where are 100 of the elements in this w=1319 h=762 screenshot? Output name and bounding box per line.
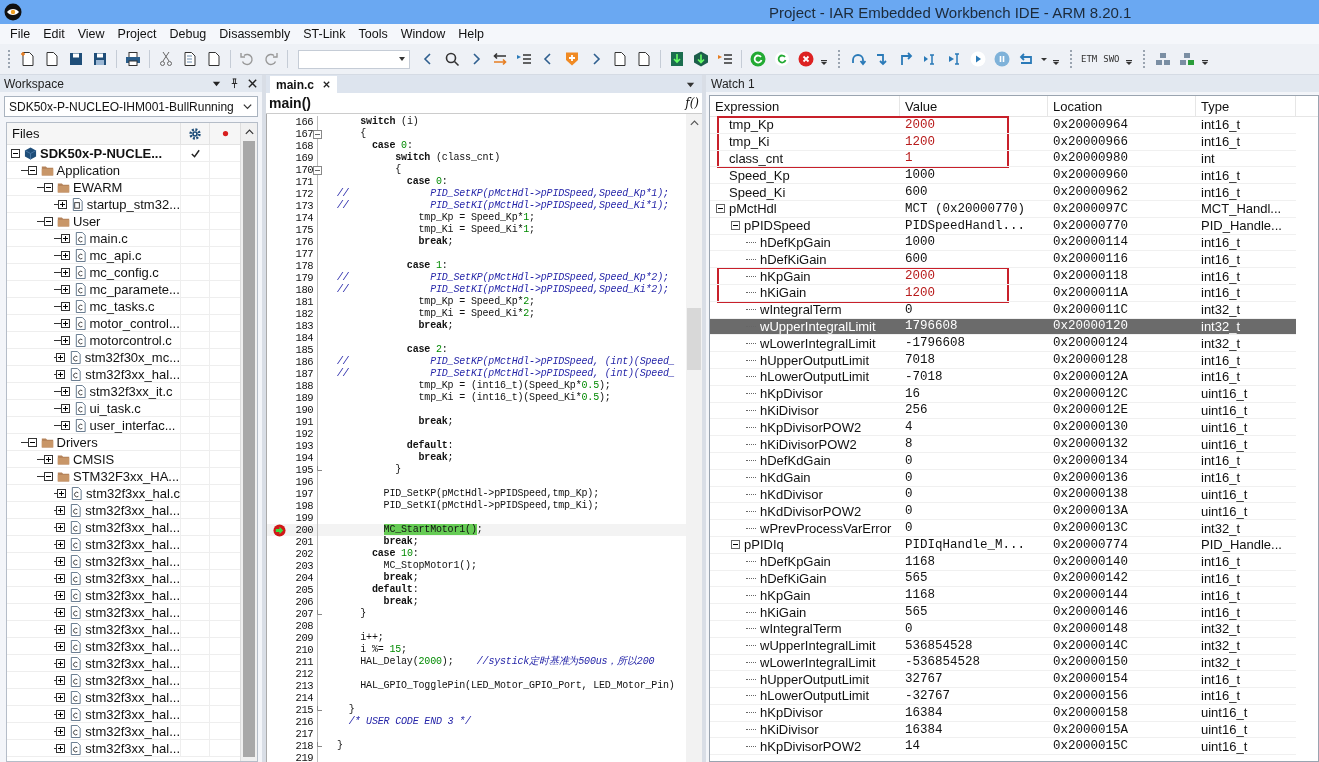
search-icon[interactable] <box>444 51 460 67</box>
expand-icon[interactable] <box>56 522 66 532</box>
tree-item[interactable]: stm32f3xx_hal... <box>85 587 180 603</box>
watch-row[interactable]: pPIDSpeed PIDSpeedHandl... 0x20000770 PID_Handle... <box>710 217 1296 235</box>
tree-item[interactable]: stm32f3xx_hal.c <box>86 485 180 501</box>
menu-item[interactable]: Edit <box>37 26 71 42</box>
step-over-icon[interactable] <box>850 51 866 67</box>
tree-item[interactable]: User <box>73 213 101 229</box>
list-icon[interactable] <box>717 51 733 67</box>
expand-icon[interactable] <box>56 624 66 634</box>
cut-icon[interactable] <box>158 51 174 67</box>
watch-row[interactable]: hKpDivisor 16384 0x20000158 uint16_t <box>710 704 1296 722</box>
expand-icon[interactable] <box>57 488 67 498</box>
watch-row[interactable]: hKpGain 1168 0x20000144 int16_t <box>710 587 1296 605</box>
watch-row[interactable]: hKpDivisor 16 0x2000012C uint16_t <box>710 385 1296 403</box>
tree-item[interactable]: stm32f3xx_hal... <box>85 689 180 705</box>
menu-item[interactable]: File <box>4 26 37 42</box>
vertical-scrollbar[interactable] <box>240 123 257 761</box>
tree-item[interactable]: EWARM <box>73 179 123 195</box>
scroll-up-icon[interactable] <box>688 118 700 128</box>
collapse-icon[interactable] <box>44 216 53 226</box>
tree-item[interactable]: mc_api.c <box>89 247 142 263</box>
watch-row[interactable]: hKiDivisor 16384 0x2000015A uint16_t <box>710 721 1296 739</box>
watch-row[interactable]: Speed_Ki 600 0x20000962 int16_t <box>710 184 1296 201</box>
tree-item[interactable]: mc_paramete... <box>89 281 180 297</box>
play-icon[interactable] <box>970 51 986 67</box>
copy-icon[interactable] <box>182 51 198 67</box>
watch-row[interactable]: hDefKiGain 600 0x20000116 int16_t <box>710 251 1296 269</box>
watch-row[interactable]: hKpDivisorPOW2 4 0x20000130 uint16_t <box>710 419 1296 437</box>
watch-row[interactable]: wUpperIntegralLimit 536854528 0x2000014C int32_t <box>710 637 1296 655</box>
menu-item[interactable]: Disassembly <box>213 26 297 42</box>
menu-item[interactable]: Debug <box>163 26 213 42</box>
tree-item[interactable]: stm32f3xx_hal... <box>85 706 180 722</box>
menu-item[interactable]: Tools <box>352 26 394 42</box>
vertical-scrollbar[interactable] <box>686 114 702 762</box>
step-into-icon[interactable] <box>874 51 890 67</box>
menu-item[interactable]: Window <box>394 26 452 42</box>
tree-item[interactable]: stm32f3xx_hal... <box>85 723 180 739</box>
toolbar-button[interactable]: SWO <box>1100 52 1123 66</box>
watch-row[interactable]: tmp_Ki 1200 0x20000966 int16_t <box>710 133 1296 151</box>
tree-item[interactable]: main.c <box>89 230 128 246</box>
paste-icon[interactable] <box>206 51 222 67</box>
tree-item[interactable]: mc_tasks.c <box>89 298 155 314</box>
run-to-cursor-icon[interactable] <box>946 51 962 67</box>
expand-icon[interactable] <box>56 590 66 600</box>
tree-item[interactable]: SDK50x-P-NUCLE... <box>40 145 163 161</box>
tree-item[interactable]: Drivers <box>56 434 98 450</box>
expand-icon[interactable] <box>56 505 66 515</box>
watch-row[interactable]: pPIDIq PIDIqHandle_M... 0x20000774 PID_Handle... <box>710 536 1296 554</box>
tree-item[interactable]: stm32f3xx_hal... <box>85 536 180 552</box>
expand-icon[interactable] <box>60 250 70 260</box>
watch-row[interactable]: hDefKpGain 1168 0x20000140 int16_t <box>710 553 1296 571</box>
expand-icon[interactable] <box>56 675 66 685</box>
scroll-up-icon[interactable] <box>243 127 255 137</box>
menu-item[interactable]: Help <box>452 26 490 42</box>
expand-icon[interactable] <box>56 573 66 583</box>
expand-icon[interactable] <box>56 743 66 753</box>
expand-icon[interactable] <box>55 352 65 362</box>
restart-icon[interactable] <box>750 51 766 67</box>
blocks-icon[interactable] <box>1154 51 1171 67</box>
menu-item[interactable]: Project <box>111 26 163 42</box>
tree-item[interactable]: stm32f3xx_hal... <box>85 604 180 620</box>
watch-row[interactable]: hKdDivisorPOW2 0 0x2000013A uint16_t <box>710 503 1296 521</box>
new-file-icon[interactable] <box>20 51 36 67</box>
expand-icon[interactable] <box>56 709 66 719</box>
download-icon[interactable] <box>669 51 685 67</box>
watch-row[interactable]: wLowerIntegralLimit -536854528 0x20000150 int32_t <box>710 654 1296 672</box>
collapse-icon[interactable] <box>731 540 740 550</box>
tree-item[interactable]: stm32f3xx_hal... <box>85 672 180 688</box>
tree-item[interactable]: motor_control... <box>89 315 180 331</box>
watch-row[interactable]: wIntegralTerm 0 0x2000011C int32_t <box>710 301 1296 319</box>
tree-item[interactable]: ui_task.c <box>89 400 141 416</box>
caret-icon[interactable] <box>398 55 406 63</box>
collapse-icon[interactable] <box>27 165 37 175</box>
expand-icon[interactable] <box>57 199 67 209</box>
save-icon[interactable] <box>68 51 84 67</box>
configuration-dropdown[interactable]: SDK50x-P-NUCLEO-IHM001-BullRunning <box>4 96 258 117</box>
swap-arrows-icon[interactable] <box>492 51 508 67</box>
watch-row[interactable]: hDefKpGain 1000 0x20000114 int16_t <box>710 234 1296 252</box>
tree-item[interactable]: user_interfac... <box>89 417 176 433</box>
refresh-icon[interactable] <box>774 51 790 67</box>
watch-row[interactable]: hDefKiGain 565 0x20000142 int16_t <box>710 570 1296 588</box>
pin-icon[interactable] <box>229 78 240 89</box>
watch-row[interactable]: hLowerOutputLimit -32767 0x20000156 int16_t <box>710 688 1296 705</box>
watch-row[interactable]: class_cnt 1 0x20000980 int <box>710 150 1296 168</box>
close-icon[interactable] <box>247 78 258 89</box>
close-icon[interactable] <box>322 80 331 89</box>
save-all-icon[interactable] <box>92 51 108 67</box>
return-icon[interactable] <box>1018 51 1034 67</box>
expand-icon[interactable] <box>60 386 70 396</box>
menu-item[interactable]: View <box>71 26 111 42</box>
stop-icon[interactable] <box>798 51 814 67</box>
watch-row[interactable]: wPrevProcessVarError 0 0x2000013C int32_t <box>710 520 1296 537</box>
tree-item[interactable]: Application <box>56 162 121 178</box>
tree-item[interactable]: CMSIS <box>73 451 115 467</box>
tree-item[interactable]: stm32f3xx_it.c <box>89 383 173 399</box>
tree-item[interactable]: startup_stm32... <box>86 196 180 212</box>
watch-row[interactable]: tmp_Kp 2000 0x20000964 int16_t <box>710 117 1296 134</box>
download-hexagon-icon[interactable] <box>693 51 709 67</box>
tree-item[interactable]: stm32f3xx_hal... <box>85 570 180 586</box>
